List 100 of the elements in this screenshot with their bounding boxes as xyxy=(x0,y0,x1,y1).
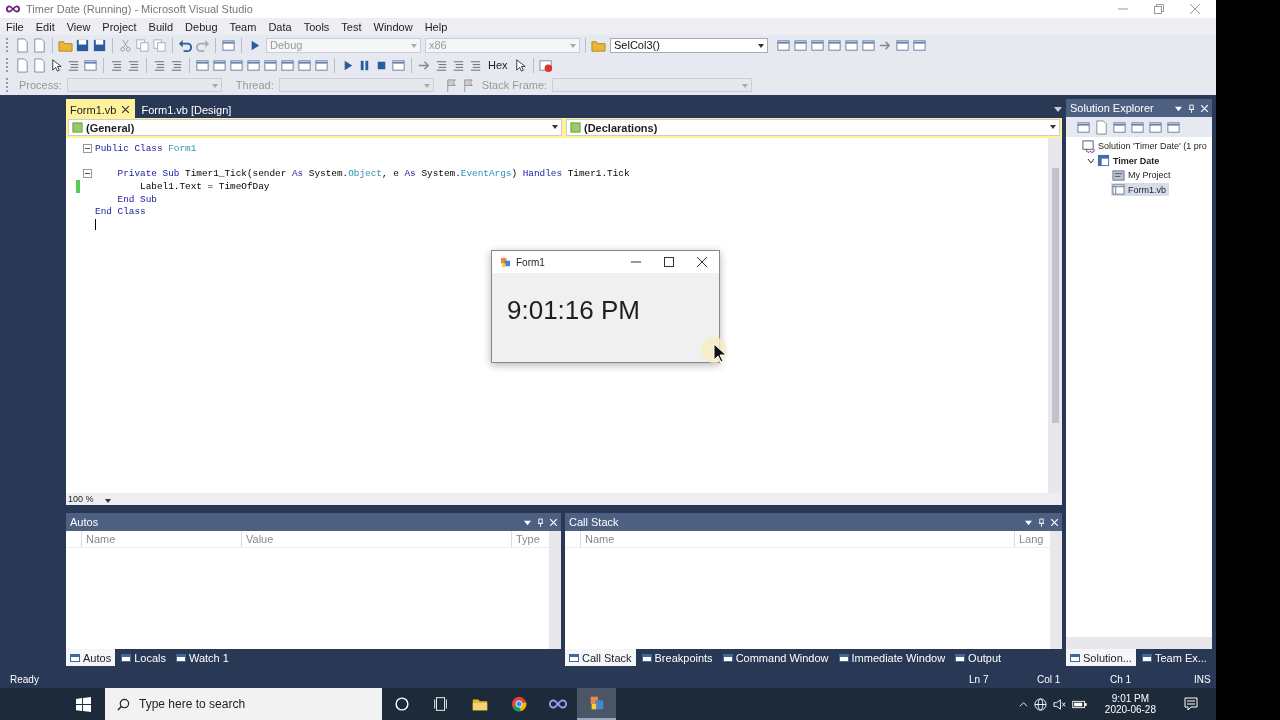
menu-item[interactable]: Data xyxy=(268,20,292,33)
document-icon[interactable] xyxy=(15,57,30,73)
maximize-icon[interactable] xyxy=(664,257,674,267)
class-combo[interactable]: (General) xyxy=(68,119,562,136)
tree-item[interactable]: Form1.vb xyxy=(1111,183,1169,197)
window-icon xyxy=(838,652,849,663)
pin-icon[interactable] xyxy=(1188,103,1195,113)
find-combo[interactable]: SelCol3() xyxy=(610,37,768,53)
field-label: Stack Frame: xyxy=(480,79,549,91)
menu-item[interactable]: Build xyxy=(148,20,174,33)
hex-button[interactable]: Hex xyxy=(485,59,511,71)
caret-icon[interactable] xyxy=(1018,699,1028,709)
menu-item[interactable]: Window xyxy=(373,20,413,33)
menu-item[interactable]: Tools xyxy=(303,20,330,33)
floppy-icon[interactable] xyxy=(75,37,90,53)
clock-date[interactable]: 2020-06-28 xyxy=(1104,704,1156,715)
battery-icon[interactable] xyxy=(1071,699,1087,709)
close-icon[interactable] xyxy=(122,106,130,113)
panel-tab[interactable]: Solution... xyxy=(1066,649,1136,666)
dropdown-icon[interactable] xyxy=(1175,104,1182,112)
window-icon xyxy=(722,652,733,663)
column-header[interactable]: Name xyxy=(81,531,241,547)
window-icon xyxy=(121,652,132,663)
panel-tab[interactable]: Watch 1 xyxy=(171,649,233,666)
window-icon xyxy=(955,652,966,663)
panel-title: Solution Explorer xyxy=(1070,102,1155,114)
menu-item[interactable]: Debug xyxy=(185,20,218,33)
panel-tab[interactable]: Locals xyxy=(117,649,170,666)
code-line: Private Sub Timer1_Tick(sender As System.Object, e As System.EventArgs) Handles Timer1.Tick xyxy=(116,168,630,180)
expand-icon[interactable] xyxy=(1087,156,1095,165)
form-icon xyxy=(500,256,511,268)
dropdown-icon[interactable] xyxy=(524,518,531,526)
panel-tab[interactable]: Immediate Window xyxy=(834,649,950,666)
menu-item[interactable]: Edit xyxy=(35,20,55,33)
panel-tab[interactable]: Call Stack xyxy=(565,649,636,666)
window-icon xyxy=(70,652,80,663)
search-field[interactable]: Type here to search xyxy=(105,688,382,720)
column-header[interactable]: Value xyxy=(241,531,511,547)
document-tab[interactable]: Form1.vb xyxy=(66,99,136,118)
code-line: End Class xyxy=(95,206,146,218)
menu-item[interactable]: Team xyxy=(229,20,257,33)
search-icon xyxy=(117,697,130,711)
window-icon xyxy=(1141,652,1152,663)
column-header[interactable]: Name xyxy=(580,531,1014,547)
document-icon[interactable] xyxy=(15,37,30,53)
clock-time[interactable]: 9:01 PM xyxy=(1111,693,1150,704)
pin-icon[interactable] xyxy=(537,517,544,527)
dropdown-icon[interactable] xyxy=(1025,518,1032,526)
line-number: Ln 7 xyxy=(969,673,990,685)
dropdown-field[interactable] xyxy=(66,78,222,92)
window-icon xyxy=(641,652,652,663)
panel-tab[interactable]: Command Window xyxy=(718,649,833,666)
window-app-icon[interactable] xyxy=(577,688,616,720)
floppy-icon[interactable] xyxy=(92,37,107,53)
field-label: Process: xyxy=(18,79,63,91)
document-icon[interactable] xyxy=(1094,119,1109,135)
pages-icon[interactable] xyxy=(135,37,150,53)
dropdown-icon[interactable] xyxy=(1054,104,1062,113)
start-icon[interactable] xyxy=(76,696,91,712)
infinity-icon xyxy=(6,5,20,13)
dropdown-field[interactable] xyxy=(552,78,753,92)
collapse-icon[interactable] xyxy=(83,143,92,153)
class-icon xyxy=(570,122,581,133)
menu-item[interactable]: Help xyxy=(424,20,448,33)
form-window[interactable]: Form1 9:01:16 PM xyxy=(491,250,720,363)
class-icon xyxy=(72,122,83,133)
menu-item[interactable]: File xyxy=(6,20,24,33)
close-icon[interactable] xyxy=(697,257,707,267)
code-line: Public Class Form1 xyxy=(95,142,197,154)
panel-title: Call Stack xyxy=(569,516,620,528)
tree-item[interactable]: Solution 'Timer Date' (1 pro xyxy=(1081,139,1210,153)
document-tab[interactable]: Form1.vb [Design] xyxy=(137,99,238,118)
pages-icon[interactable] xyxy=(152,37,167,53)
panel-title: Autos xyxy=(70,516,100,528)
insert-mode: INS xyxy=(1194,673,1212,685)
column-header[interactable]: Type xyxy=(511,531,547,547)
panel-tab[interactable]: Team Ex... xyxy=(1137,649,1211,666)
menu-item[interactable]: View xyxy=(66,20,91,33)
window-icon xyxy=(1070,652,1080,663)
panel-tab[interactable]: Output xyxy=(951,649,1006,666)
menu-item[interactable]: Project xyxy=(102,20,137,33)
status-message: Ready xyxy=(10,673,40,685)
panel-tab[interactable]: Breakpoints xyxy=(637,649,717,666)
tree-item[interactable]: Timer Date xyxy=(1096,154,1163,168)
restore-icon[interactable] xyxy=(1154,4,1164,14)
menu-item[interactable]: Test xyxy=(341,20,362,33)
panel-tab[interactable]: Autos xyxy=(66,649,116,666)
record-icon[interactable] xyxy=(538,57,554,73)
char-number: Ch 1 xyxy=(1110,673,1133,685)
member-combo[interactable]: (Declarations) xyxy=(566,119,1060,136)
pin-icon[interactable] xyxy=(1038,517,1045,527)
notifications-icon[interactable] xyxy=(1184,697,1198,711)
tree-item[interactable]: My Project xyxy=(1111,168,1174,182)
code-line: End Sub xyxy=(116,193,157,205)
project-icon xyxy=(1097,154,1110,168)
globe-icon[interactable] xyxy=(1033,697,1047,711)
collapse-icon[interactable] xyxy=(83,169,92,179)
speaker-icon[interactable] xyxy=(1052,697,1066,711)
zoom-field[interactable]: 100 % xyxy=(66,494,114,504)
dropdown-field[interactable] xyxy=(278,78,434,92)
